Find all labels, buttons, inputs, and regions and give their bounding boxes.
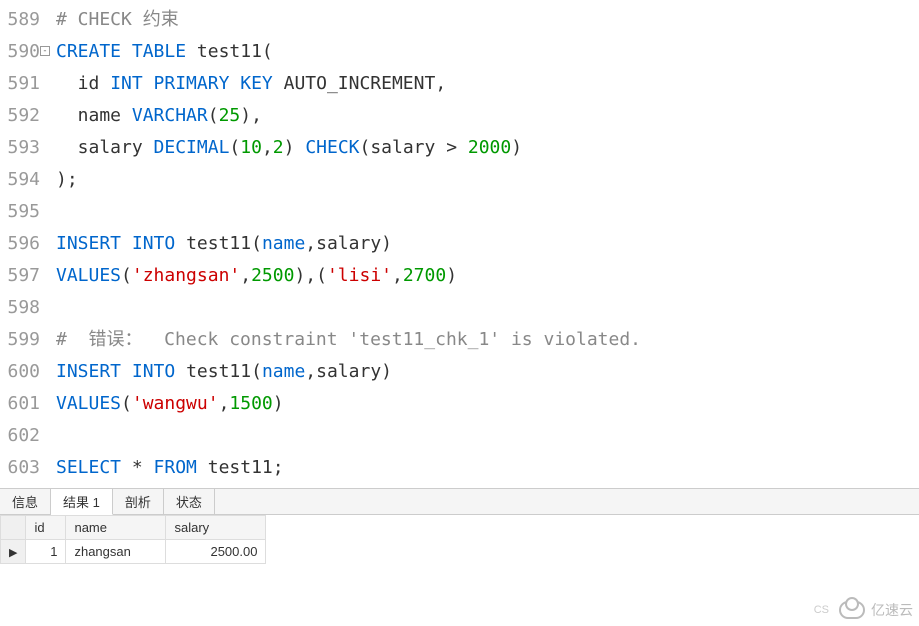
tab-结果 1[interactable]: 结果 1 xyxy=(51,489,113,515)
line-number: 594 xyxy=(4,164,40,196)
tab-状态[interactable]: 状态 xyxy=(164,489,215,514)
column-header-id[interactable]: id xyxy=(26,516,66,540)
line-number-gutter: 589590-591592593594595596597598599600601… xyxy=(0,0,48,488)
watermark: CS 亿速云 xyxy=(814,600,913,620)
code-content[interactable]: # CHECK 约束CREATE TABLE test11( id INT PR… xyxy=(48,0,919,488)
table-row[interactable]: ▶1zhangsan2500.00 xyxy=(1,540,266,564)
fold-marker-icon[interactable]: - xyxy=(40,46,50,56)
code-line[interactable]: SELECT * FROM test11; xyxy=(56,452,911,484)
row-marker: ▶ xyxy=(1,540,26,564)
grid-header-row: idnamesalary xyxy=(1,516,266,540)
cell-salary[interactable]: 2500.00 xyxy=(166,540,266,564)
watermark-text: 亿速云 xyxy=(871,600,913,620)
column-header-name[interactable]: name xyxy=(66,516,166,540)
line-number: 590- xyxy=(4,36,40,68)
code-line[interactable]: INSERT INTO test11(name,salary) xyxy=(56,356,911,388)
cell-name[interactable]: zhangsan xyxy=(66,540,166,564)
code-line[interactable]: # CHECK 约束 xyxy=(56,4,911,36)
code-line[interactable]: name VARCHAR(25), xyxy=(56,100,911,132)
line-number: 599 xyxy=(4,324,40,356)
line-number: 595 xyxy=(4,196,40,228)
results-grid[interactable]: idnamesalary▶1zhangsan2500.00 xyxy=(0,515,266,564)
line-number: 592 xyxy=(4,100,40,132)
code-line[interactable]: VALUES('wangwu',1500) xyxy=(56,388,911,420)
line-number: 598 xyxy=(4,292,40,324)
code-line[interactable]: salary DECIMAL(10,2) CHECK(salary > 2000… xyxy=(56,132,911,164)
code-line[interactable] xyxy=(56,196,911,228)
cell-id[interactable]: 1 xyxy=(26,540,66,564)
line-number: 593 xyxy=(4,132,40,164)
line-number: 601 xyxy=(4,388,40,420)
line-number: 589 xyxy=(4,4,40,36)
column-header-salary[interactable]: salary xyxy=(166,516,266,540)
tab-剖析[interactable]: 剖析 xyxy=(113,489,164,514)
line-number: 600 xyxy=(4,356,40,388)
code-line[interactable]: INSERT INTO test11(name,salary) xyxy=(56,228,911,260)
code-line[interactable]: CREATE TABLE test11( xyxy=(56,36,911,68)
results-tabs: 信息结果 1剖析状态 xyxy=(0,489,919,515)
line-number: 597 xyxy=(4,260,40,292)
line-number: 596 xyxy=(4,228,40,260)
code-line[interactable]: ); xyxy=(56,164,911,196)
cloud-icon xyxy=(839,601,865,619)
code-line[interactable] xyxy=(56,420,911,452)
line-number: 603 xyxy=(4,452,40,484)
results-panel: 信息结果 1剖析状态 idnamesalary▶1zhangsan2500.00 xyxy=(0,488,919,564)
tab-信息[interactable]: 信息 xyxy=(0,489,51,514)
watermark-cs: CS xyxy=(814,604,829,616)
code-line[interactable] xyxy=(56,292,911,324)
code-line[interactable]: id INT PRIMARY KEY AUTO_INCREMENT, xyxy=(56,68,911,100)
line-number: 591 xyxy=(4,68,40,100)
line-number: 602 xyxy=(4,420,40,452)
code-line[interactable]: VALUES('zhangsan',2500),('lisi',2700) xyxy=(56,260,911,292)
row-header-blank xyxy=(1,516,26,540)
code-editor[interactable]: 589590-591592593594595596597598599600601… xyxy=(0,0,919,488)
code-line[interactable]: # 错误： Check constraint 'test11_chk_1' is… xyxy=(56,324,911,356)
